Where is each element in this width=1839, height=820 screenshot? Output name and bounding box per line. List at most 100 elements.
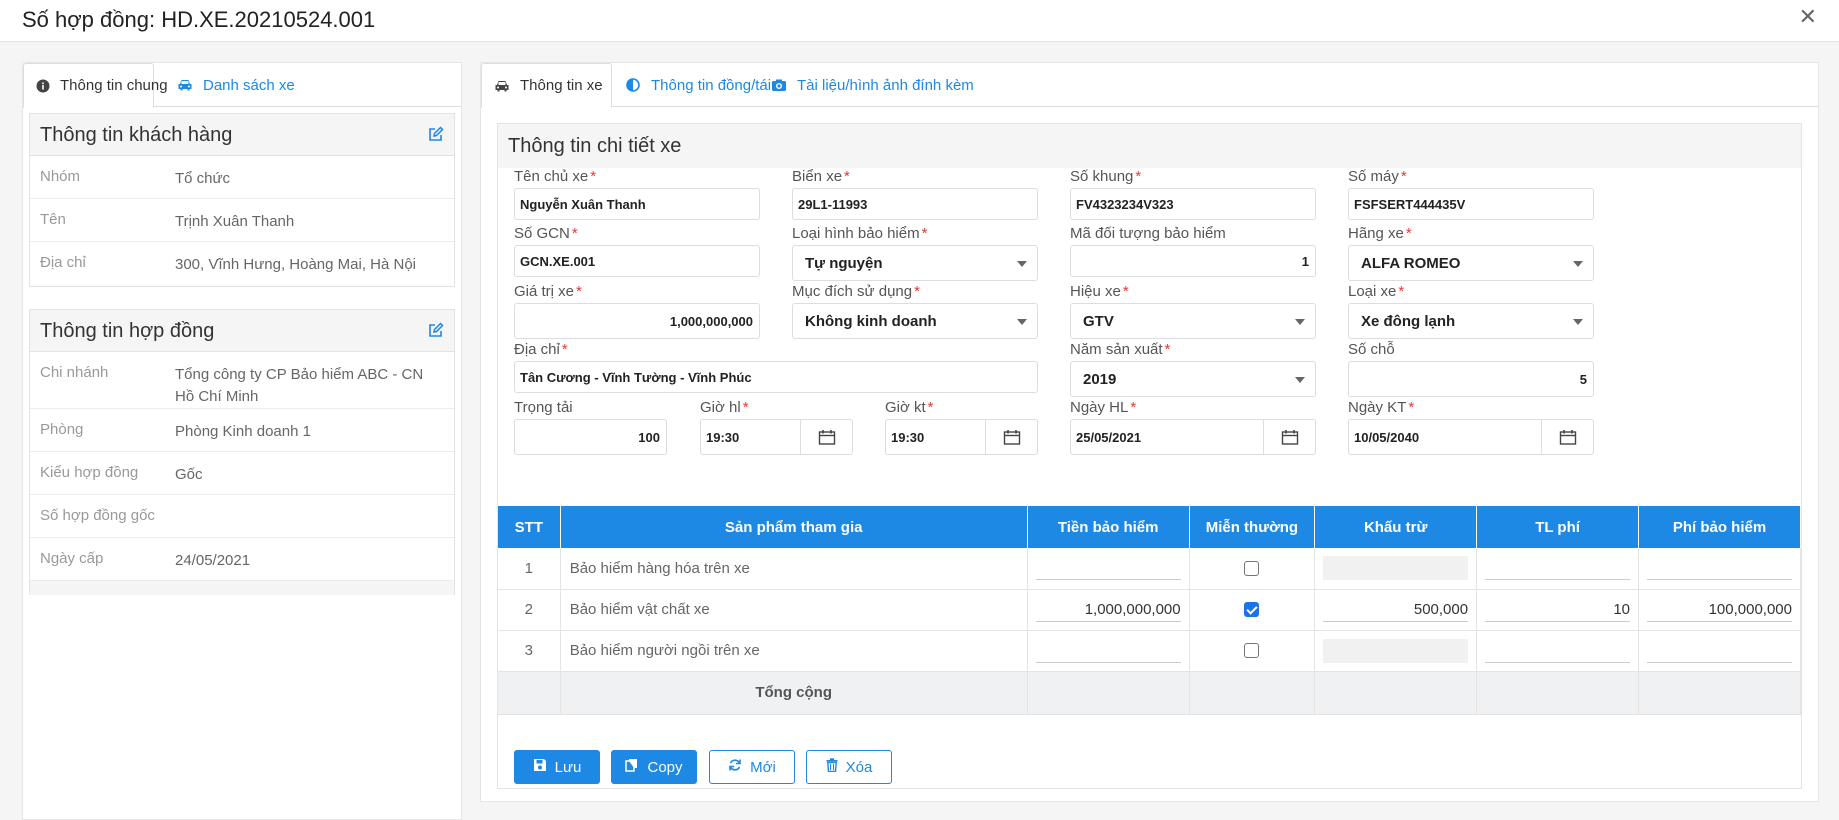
- owner-input[interactable]: Nguyễn Xuân Thanh: [514, 188, 760, 220]
- exempt-checkbox[interactable]: [1244, 602, 1260, 617]
- row-label: Phòng: [40, 421, 84, 438]
- col-header: STT: [498, 506, 561, 548]
- vehicle-detail-section: Thông tin chi tiết xe Tên chủ xe * Nguyễn…: [497, 123, 1802, 789]
- amount-input[interactable]: 1,000,000,000: [1035, 598, 1181, 622]
- calendar-icon[interactable]: [1263, 420, 1315, 454]
- button-label: Lưu: [554, 758, 582, 776]
- tab-general-info[interactable]: Thông tin chung: [23, 63, 168, 108]
- address-input[interactable]: Tân Cương - Vĩnh Tường - Vĩnh Phúc: [514, 361, 1038, 393]
- left-pane: Thông tin chung Danh sách xe Thông tin k…: [22, 62, 462, 820]
- chevron-down-icon: [1295, 319, 1305, 325]
- chevron-down-icon: [1295, 377, 1305, 383]
- plate-input[interactable]: 29L1-11993: [792, 188, 1038, 220]
- rate-input[interactable]: 10: [1485, 598, 1631, 622]
- section-header: Thông tin chi tiết xe: [498, 124, 1801, 168]
- row-value: Trịnh Xuân Thanh: [175, 213, 295, 230]
- load-input[interactable]: 100: [514, 419, 667, 455]
- adjust-icon: [625, 77, 641, 93]
- time-start-input[interactable]: 19:30: [700, 419, 853, 455]
- rate-input[interactable]: [1485, 639, 1631, 663]
- stt-cell: 2: [498, 589, 561, 631]
- calendar-icon[interactable]: [1541, 420, 1593, 454]
- edit-icon[interactable]: [428, 126, 444, 145]
- tab-label: Danh sách xe: [203, 76, 295, 94]
- exempt-checkbox[interactable]: [1244, 560, 1260, 576]
- fee-input[interactable]: 100,000,000: [1647, 598, 1792, 622]
- row-value: Tổng công ty CP Bảo hiểm ABC - CN Hồ Chí…: [175, 366, 424, 405]
- new-button[interactable]: Mới: [709, 750, 795, 784]
- date-end-input[interactable]: 10/05/2040: [1348, 419, 1594, 455]
- rate-input[interactable]: [1485, 556, 1631, 581]
- date-start-input[interactable]: 25/05/2021: [1070, 419, 1316, 455]
- right-pane: Thông tin xe Thông tin đồng/tái Tài liệu…: [480, 62, 1819, 802]
- fee-input[interactable]: [1647, 639, 1792, 663]
- info-icon: [36, 78, 50, 94]
- info-row: Tên Trịnh Xuân Thanh: [30, 199, 454, 242]
- row-value: 300, Vĩnh Hưng, Hoàng Mai, Hà Nội: [175, 256, 417, 273]
- purpose-select[interactable]: Không kinh doanh: [792, 303, 1038, 339]
- seats-input[interactable]: 5: [1348, 361, 1594, 397]
- deduct-input[interactable]: 500,000: [1323, 598, 1469, 622]
- amount-input[interactable]: [1035, 639, 1181, 663]
- copy-icon: [625, 758, 639, 776]
- info-row: Số hợp đồng gốc: [30, 495, 454, 538]
- model-select[interactable]: GTV: [1070, 303, 1316, 339]
- car-type-select[interactable]: Xe đông lạnh: [1348, 303, 1594, 339]
- row-label: Kiểu hợp đồng: [40, 464, 139, 481]
- tab-attachments[interactable]: Tài liệu/hình ảnh đính kèm: [759, 63, 986, 107]
- time-start-label: Giờ hl *: [700, 399, 749, 416]
- table-row: 1 Bảo hiểm hàng hóa trên xe: [498, 548, 1801, 590]
- seats-label: Số chỗ: [1348, 341, 1395, 358]
- amount-input[interactable]: [1035, 556, 1181, 581]
- chevron-down-icon: [1017, 261, 1027, 267]
- section-title: Thông tin chi tiết xe: [508, 135, 682, 157]
- car-value-input[interactable]: 1,000,000,000: [514, 303, 760, 339]
- year-select[interactable]: 2019: [1070, 361, 1316, 397]
- brand-select[interactable]: ALFA ROMEO: [1348, 245, 1594, 281]
- row-label: Địa chỉ: [40, 254, 86, 271]
- right-tabs: Thông tin xe Thông tin đồng/tái Tài liệu…: [481, 63, 1818, 108]
- object-code-input[interactable]: 1: [1070, 245, 1316, 277]
- exempt-checkbox[interactable]: [1244, 643, 1260, 658]
- contract-info-panel: Thông tin hợp đồng Chi nhánh Tổng công t…: [29, 309, 455, 595]
- delete-button[interactable]: Xóa: [806, 750, 892, 784]
- gcn-label: Số GCN *: [514, 225, 578, 242]
- tab-vehicle-info[interactable]: Thông tin xe: [481, 63, 612, 108]
- tab-vehicle-list[interactable]: Danh sách xe: [165, 63, 307, 107]
- row-label: Tên: [40, 211, 66, 228]
- chevron-down-icon: [1573, 261, 1583, 267]
- product-table: STT Sản phẩm tham gia Tiền bảo hiểm Miễn…: [498, 506, 1801, 715]
- info-row: Địa chỉ 300, Vĩnh Hưng, Hoàng Mai, Hà Nộ…: [30, 242, 454, 285]
- fee-input[interactable]: [1647, 556, 1792, 581]
- info-row: Phòng Phòng Kinh doanh 1: [30, 409, 454, 452]
- info-row: Chi nhánh Tổng công ty CP Bảo hiểm ABC -…: [30, 352, 454, 409]
- trash-icon: [826, 758, 838, 776]
- model-label: Hiệu xe *: [1070, 283, 1129, 300]
- time-end-input[interactable]: 19:30: [885, 419, 1038, 455]
- tab-label: Thông tin xe: [520, 77, 603, 94]
- product-cell: Bảo hiểm hàng hóa trên xe: [560, 548, 1028, 590]
- deduct-input: [1323, 556, 1469, 581]
- chevron-down-icon: [1017, 319, 1027, 325]
- calendar-icon[interactable]: [985, 420, 1037, 454]
- chassis-input[interactable]: FV4323234V323: [1070, 188, 1316, 220]
- save-button[interactable]: Lưu: [514, 750, 600, 784]
- copy-button[interactable]: Copy: [611, 750, 697, 784]
- gcn-input[interactable]: GCN.XE.001: [514, 245, 760, 277]
- brand-label: Hãng xe *: [1348, 225, 1412, 242]
- stt-cell: 1: [498, 548, 561, 590]
- camera-icon: [771, 77, 787, 93]
- insurance-type-select[interactable]: Tự nguyện: [792, 245, 1038, 281]
- tab-label: Thông tin chung: [60, 77, 168, 94]
- deduct-input: [1323, 638, 1469, 663]
- tab-coinsurance[interactable]: Thông tin đồng/tái: [613, 63, 783, 107]
- close-icon[interactable]: ✕: [1799, 6, 1817, 28]
- engine-input[interactable]: FSFSERT444435V: [1348, 188, 1594, 220]
- calendar-icon[interactable]: [800, 420, 852, 454]
- date-end-label: Ngày KT *: [1348, 399, 1415, 416]
- edit-icon[interactable]: [428, 322, 444, 341]
- row-label: Số hợp đồng gốc: [40, 507, 155, 524]
- button-label: Xóa: [845, 758, 873, 776]
- time-end-label: Giờ kt *: [885, 399, 934, 416]
- chevron-down-icon: [1573, 319, 1583, 325]
